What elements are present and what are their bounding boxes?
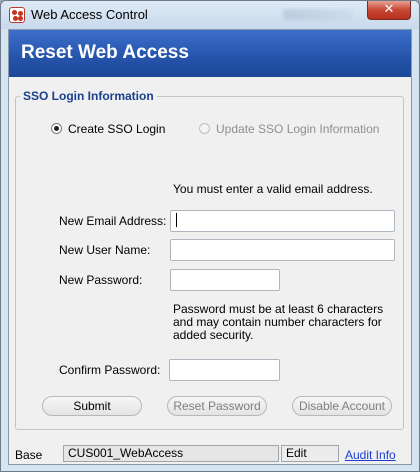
- audit-info-link[interactable]: Audit Info: [345, 448, 396, 462]
- status-base-label: Base: [15, 448, 43, 462]
- banner: Reset Web Access: [9, 30, 411, 77]
- username-label: New User Name:: [59, 243, 151, 257]
- validation-message: You must enter a valid email address.: [173, 182, 373, 196]
- window-title: Web Access Control: [31, 7, 148, 22]
- title-bar: Web Access Control ✕: [1, 1, 419, 29]
- username-field[interactable]: [170, 239, 395, 261]
- status-bar: Base CUS001_WebAccess Edit Audit Info: [9, 444, 411, 464]
- dialog-body: Reset Web Access SSO Login Information C…: [8, 29, 412, 465]
- page-title: Reset Web Access: [21, 42, 189, 63]
- password-label: New Password:: [59, 273, 143, 287]
- group-legend: SSO Login Information: [20, 89, 157, 103]
- app-icon: [9, 7, 25, 23]
- password-hint: Password must be at least 6 characters a…: [173, 302, 384, 342]
- text-cursor: [176, 213, 177, 227]
- radio-unselected-icon: [199, 123, 210, 134]
- email-label: New Email Address:: [59, 214, 167, 228]
- update-sso-login-label: Update SSO Login Information: [216, 122, 380, 136]
- create-sso-login-label: Create SSO Login: [68, 122, 166, 136]
- disable-account-button[interactable]: Disable Account: [292, 396, 392, 416]
- status-mode: Edit: [281, 445, 339, 462]
- close-button[interactable]: ✕: [367, 1, 411, 20]
- confirm-password-field[interactable]: [169, 359, 280, 381]
- confirm-password-label: Confirm Password:: [59, 363, 161, 377]
- status-screen-id: CUS001_WebAccess: [63, 445, 279, 462]
- email-field[interactable]: [170, 210, 395, 232]
- password-field[interactable]: [170, 269, 280, 291]
- radio-selected-icon: [51, 123, 62, 134]
- window: Web Access Control ✕ Reset Web Access SS…: [0, 0, 420, 472]
- close-icon: ✕: [383, 2, 395, 17]
- reset-password-button[interactable]: Reset Password: [167, 396, 267, 416]
- submit-button[interactable]: Submit: [42, 396, 142, 416]
- blurred-background-text: [283, 9, 353, 20]
